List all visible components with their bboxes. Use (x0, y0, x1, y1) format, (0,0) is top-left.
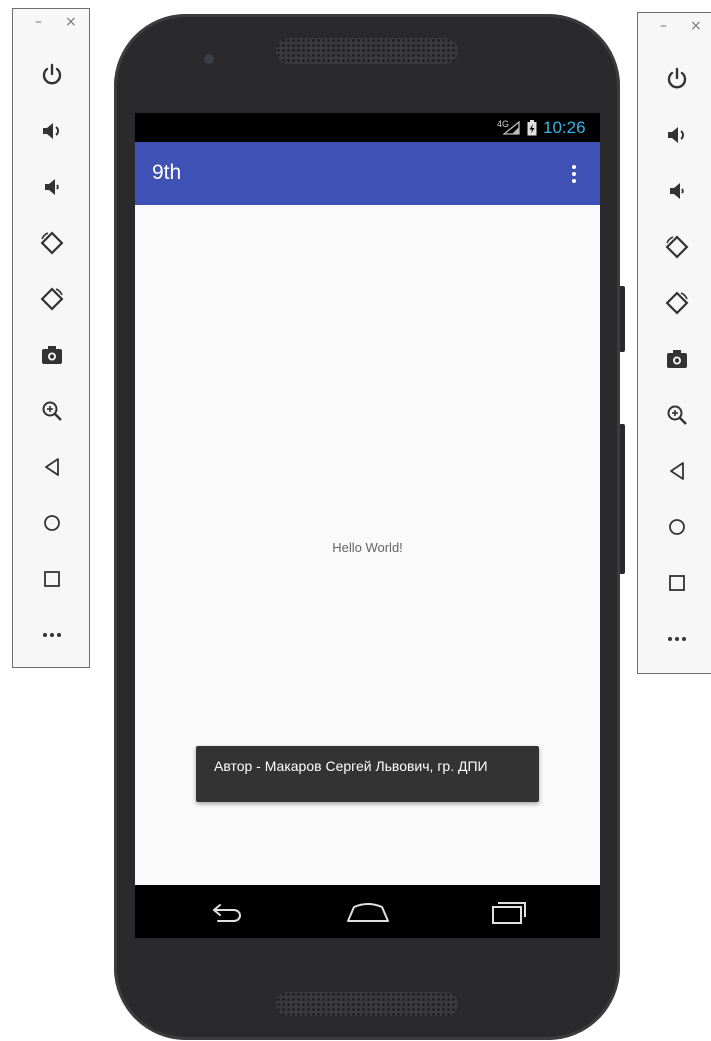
nav-recents-button[interactable] (479, 897, 539, 927)
more-icon (43, 633, 61, 637)
toolbar-header: – × (638, 13, 711, 43)
zoom-button[interactable] (657, 395, 697, 435)
camera-icon (42, 346, 62, 364)
overview-button[interactable] (32, 559, 72, 599)
back-button[interactable] (657, 451, 697, 491)
rotate-right-button[interactable] (32, 279, 72, 319)
status-time: 10:26 (543, 118, 586, 137)
front-camera (204, 54, 214, 64)
overview-icon (44, 571, 60, 587)
app-bar: 9th (135, 142, 600, 205)
zoom-icon (42, 401, 62, 421)
overview-button[interactable] (657, 563, 697, 603)
screenshot-button[interactable] (32, 335, 72, 375)
volume-up-icon (668, 127, 684, 143)
volume-down-button[interactable] (32, 167, 72, 207)
battery-charging-icon (527, 120, 537, 136)
power-button[interactable] (657, 59, 697, 99)
toast-message: Автор - Макаров Сергей Львович, гр. ДПИ (196, 746, 539, 802)
back-icon (45, 458, 59, 476)
rotate-left-icon (40, 231, 64, 255)
zoom-icon (667, 405, 687, 425)
back-arrow-icon (213, 904, 241, 922)
nav-back-button[interactable] (197, 897, 257, 927)
volume-down-icon (670, 183, 684, 199)
nav-home-button[interactable] (338, 897, 398, 927)
rotate-right-icon (665, 291, 689, 315)
home-button[interactable] (32, 503, 72, 543)
back-button[interactable] (32, 447, 72, 487)
home-icon (669, 519, 685, 535)
volume-up-button[interactable] (32, 111, 72, 151)
minimize-button[interactable]: – (35, 15, 42, 29)
rotate-left-icon (665, 235, 689, 259)
home-icon (347, 903, 389, 922)
home-icon (44, 515, 60, 531)
back-icon (670, 462, 684, 480)
app-title: 9th (152, 161, 182, 184)
device-screen: 4G 10:26 9th Hello World! Автор - Макаро… (135, 113, 600, 938)
earpiece-speaker (276, 38, 458, 64)
home-button[interactable] (657, 507, 697, 547)
recents-icon (492, 902, 526, 924)
overview-icon (669, 575, 685, 591)
power-icon (42, 63, 62, 85)
rotate-right-icon (40, 287, 64, 311)
power-button[interactable] (32, 55, 72, 95)
volume-down-icon (45, 179, 59, 195)
navigation-bar (135, 885, 600, 938)
status-bar: 4G 10:26 (135, 113, 600, 142)
power-icon (667, 67, 687, 89)
toolbar-header: – × (13, 9, 89, 39)
emulator-toolbar-left: – × (12, 8, 90, 668)
close-button[interactable]: × (65, 15, 77, 29)
volume-down-button[interactable] (657, 171, 697, 211)
emulator-toolbar-right: – × (637, 12, 711, 674)
volume-up-icon (43, 123, 59, 139)
zoom-button[interactable] (32, 391, 72, 431)
more-button[interactable] (32, 615, 72, 655)
rotate-left-button[interactable] (32, 223, 72, 263)
rotate-left-button[interactable] (657, 227, 697, 267)
hello-text: Hello World! (332, 540, 403, 555)
more-vert-icon[interactable] (563, 159, 585, 189)
more-icon (668, 637, 686, 641)
close-button[interactable]: × (690, 19, 702, 33)
signal-icon (503, 121, 520, 135)
more-button[interactable] (657, 619, 697, 659)
rotate-right-button[interactable] (657, 283, 697, 323)
screenshot-button[interactable] (657, 339, 697, 379)
camera-icon (667, 350, 687, 368)
volume-up-button[interactable] (657, 115, 697, 155)
minimize-button[interactable]: – (660, 19, 667, 33)
bottom-speaker (276, 992, 458, 1016)
